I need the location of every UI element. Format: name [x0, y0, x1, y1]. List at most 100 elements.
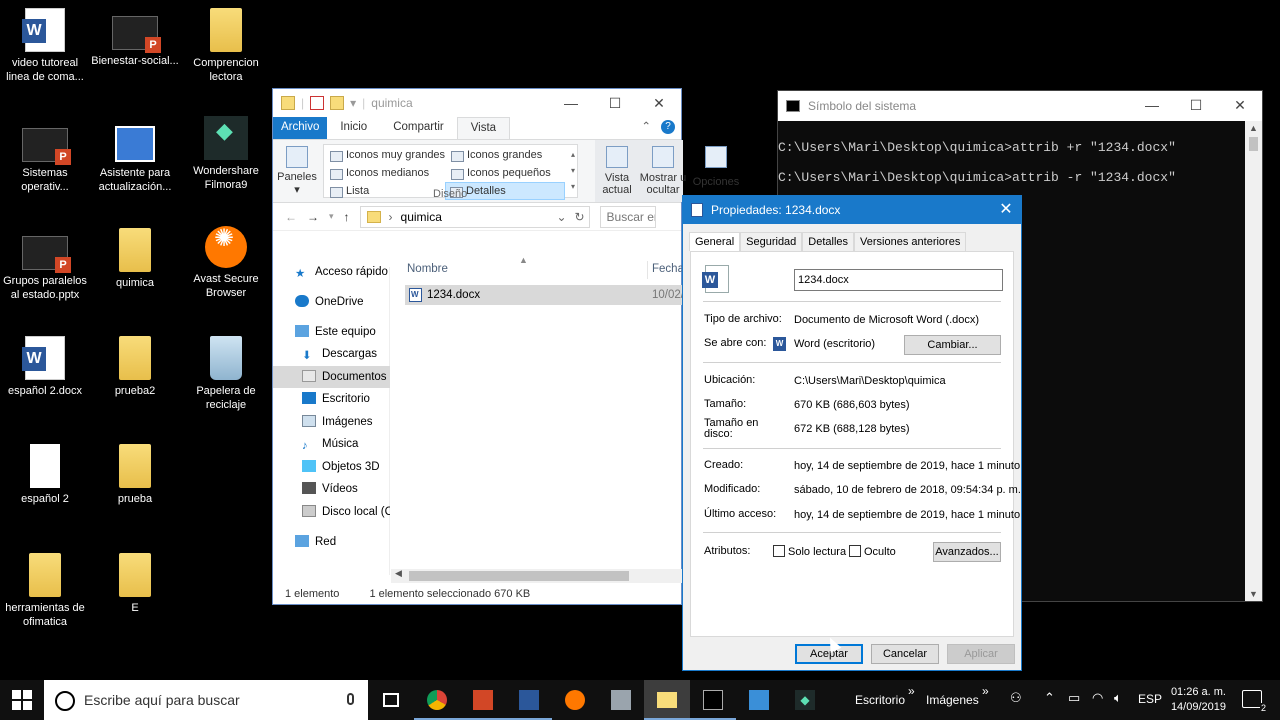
battery-icon[interactable]: ▭ — [1068, 690, 1080, 706]
new-folder-icon[interactable] — [330, 96, 345, 110]
recent-locations-icon[interactable]: ▾ — [329, 211, 334, 222]
taskbar-control-panel[interactable] — [736, 680, 782, 720]
nav-item-acceso-rapido[interactable]: ★ Acceso rápido — [273, 261, 390, 283]
nav-item-onedrive[interactable]: OneDrive — [273, 291, 390, 313]
notification-center-icon[interactable]: 2 — [1242, 690, 1267, 713]
maximize-button[interactable]: ☐ — [593, 89, 637, 117]
solo-lectura-label[interactable]: Solo lectura — [788, 546, 846, 558]
task-view-button[interactable] — [368, 680, 414, 720]
desktop-icon-asistente-actualizacion[interactable]: Asistente para actualización... — [90, 120, 180, 194]
desktop-icon-grupos-paralelos[interactable]: Grupos paralelos al estado.pptx — [0, 228, 90, 302]
desktop-icon-e[interactable]: E — [90, 553, 180, 615]
desktop-icon-quimica[interactable]: quimica — [90, 228, 180, 290]
column-header-fecha[interactable]: Fecha — [652, 263, 684, 275]
quick-access-dropdown-icon[interactable]: ▾ — [350, 96, 356, 110]
desktop-icon-filmora[interactable]: Wondershare Filmora9 — [181, 116, 271, 192]
layout-small-icons[interactable]: Iconos pequeños — [447, 165, 551, 183]
tab-inicio[interactable]: Inicio — [327, 117, 380, 139]
properties-icon[interactable] — [310, 96, 325, 110]
scroll-down-icon[interactable]: ▼ — [1249, 589, 1258, 599]
wifi-icon[interactable]: ◠ — [1092, 690, 1103, 706]
layout-extra-large-icons[interactable]: Iconos muy grandes — [326, 147, 445, 165]
taskbar-powerpoint[interactable] — [460, 680, 506, 720]
microphone-icon[interactable] — [347, 693, 354, 705]
collapse-ribbon-icon[interactable]: ⌃ — [641, 119, 651, 133]
language-indicator[interactable]: ESP — [1138, 692, 1162, 706]
taskbar-filmora[interactable]: ◆ — [782, 680, 828, 720]
scrollbar-thumb[interactable] — [1249, 137, 1258, 151]
oculto-label[interactable]: Oculto — [864, 546, 896, 558]
desktop-icon-comprencion-lectora[interactable]: Comprencion lectora — [181, 8, 271, 84]
close-button[interactable]: ✕ — [637, 89, 681, 117]
explorer-titlebar[interactable]: | ▾ | quimica — ☐ ✕ — [273, 89, 681, 117]
mostrar-ocultar-button[interactable]: Mostrar u ocultar — [639, 144, 687, 196]
nav-item-red[interactable]: Red — [273, 531, 390, 553]
help-icon[interactable]: ? — [661, 120, 675, 134]
oculto-checkbox[interactable] — [849, 545, 861, 557]
desktop-icon-espanol-2[interactable]: español 2 — [0, 444, 90, 506]
tab-versiones-anteriores[interactable]: Versiones anteriores — [854, 232, 967, 251]
refresh-icon[interactable]: ↻ — [574, 210, 584, 224]
tab-archivo[interactable]: Archivo — [273, 117, 328, 139]
scroll-up-icon[interactable]: ▲ — [1249, 123, 1258, 133]
scrollbar-thumb[interactable] — [409, 571, 629, 581]
desktop-icon-herramientas-ofimatica[interactable]: herramientas de ofimatica — [0, 553, 90, 629]
desktop-icon-sistemas-operativ[interactable]: Sistemas operativ... — [0, 120, 90, 194]
taskbar-avast[interactable] — [552, 680, 598, 720]
tab-seguridad[interactable]: Seguridad — [740, 232, 803, 251]
cambiar-button[interactable]: Cambiar... — [904, 335, 1001, 355]
tab-vista[interactable]: Vista — [456, 117, 511, 139]
gallery-scroll-icon[interactable]: ▴ ▾ ▾ — [571, 147, 575, 195]
show-hidden-icons-icon[interactable]: ⌃ — [1044, 690, 1055, 706]
desktop-icon-bienestar-social[interactable]: Bienestar-social... — [90, 8, 180, 68]
properties-dialog[interactable]: Propiedades: 1234.docx ✕ General Segurid… — [682, 195, 1022, 671]
desktop-icon-avast[interactable]: Avast Secure Browser — [181, 226, 271, 300]
layout-list[interactable]: Lista — [326, 183, 369, 201]
nav-item-descargas[interactable]: ⬇ Descargas — [273, 343, 390, 365]
avanzados-button[interactable]: Avanzados... — [933, 542, 1001, 562]
taskbar-cmd[interactable] — [690, 680, 736, 720]
taskbar-word[interactable] — [506, 680, 552, 720]
desktop-icon-espanol-2-docx[interactable]: español 2.docx — [0, 336, 90, 398]
start-button[interactable] — [12, 690, 32, 710]
toolbar-chevron-icon[interactable]: » — [908, 684, 915, 698]
desktop-icon-video-tutoreal[interactable]: video tutoreal linea de coma... — [0, 8, 90, 84]
taskbar-file-explorer[interactable] — [644, 680, 690, 720]
scroll-left-icon[interactable]: ◀ — [395, 568, 402, 579]
nav-item-imagenes[interactable]: Imágenes — [273, 411, 390, 433]
tab-detalles[interactable]: Detalles — [802, 232, 855, 251]
minimize-button[interactable]: — — [1130, 91, 1174, 119]
back-icon[interactable]: ← — [285, 210, 297, 224]
vista-actual-button[interactable]: Vista actual — [595, 144, 639, 196]
nav-item-este-equipo[interactable]: Este equipo — [273, 321, 390, 343]
aplicar-button[interactable]: Aplicar — [947, 644, 1015, 664]
maximize-button[interactable]: ☐ — [1174, 91, 1218, 119]
nav-item-disco-local[interactable]: Disco local (C — [273, 501, 390, 523]
layout-medium-icons[interactable]: Iconos medianos — [326, 165, 429, 183]
nav-item-objetos-3d[interactable]: Objetos 3D — [273, 456, 390, 478]
panes-button[interactable]: Paneles ▾ — [277, 144, 317, 196]
volume-icon[interactable]: 🔈︎ — [1114, 690, 1122, 706]
file-row[interactable]: 1234.docx 10/02/ — [405, 285, 684, 305]
desktop-icon-papelera[interactable]: Papelera de reciclaje — [181, 336, 271, 412]
clock[interactable]: 01:26 a. m. 14/09/2019 — [1171, 685, 1226, 715]
tab-general[interactable]: General — [689, 232, 741, 251]
vertical-scrollbar[interactable]: ▲ ▼ — [1245, 121, 1262, 601]
taskbar-chrome[interactable] — [414, 680, 460, 720]
nav-item-documentos[interactable]: Documentos — [273, 366, 390, 388]
taskbar-app[interactable] — [598, 680, 644, 720]
dialog-titlebar[interactable]: Propiedades: 1234.docx ✕ — [683, 196, 1021, 224]
close-button[interactable]: ✕ — [991, 196, 1021, 224]
file-explorer-window[interactable]: | ▾ | quimica — ☐ ✕ Archivo Inicio Compa… — [272, 88, 739, 605]
cmd-titlebar[interactable]: Símbolo del sistema — ☐ ✕ — [778, 91, 1262, 121]
horizontal-scrollbar[interactable]: ◀ — [391, 568, 683, 583]
up-icon[interactable]: ↑ — [344, 210, 350, 224]
column-divider[interactable] — [647, 261, 648, 279]
address-dropdown-icon[interactable]: ⌄ — [556, 210, 566, 224]
close-button[interactable]: ✕ — [1218, 91, 1262, 119]
layout-large-icons[interactable]: Iconos grandes — [447, 147, 542, 165]
address-bar[interactable]: › quimica ⌄ ↻ — [359, 205, 590, 228]
search-input[interactable]: Buscar en — [599, 205, 656, 228]
nav-item-musica[interactable]: ♪ Música — [273, 433, 390, 455]
people-icon[interactable]: ⚇ — [1010, 690, 1022, 706]
